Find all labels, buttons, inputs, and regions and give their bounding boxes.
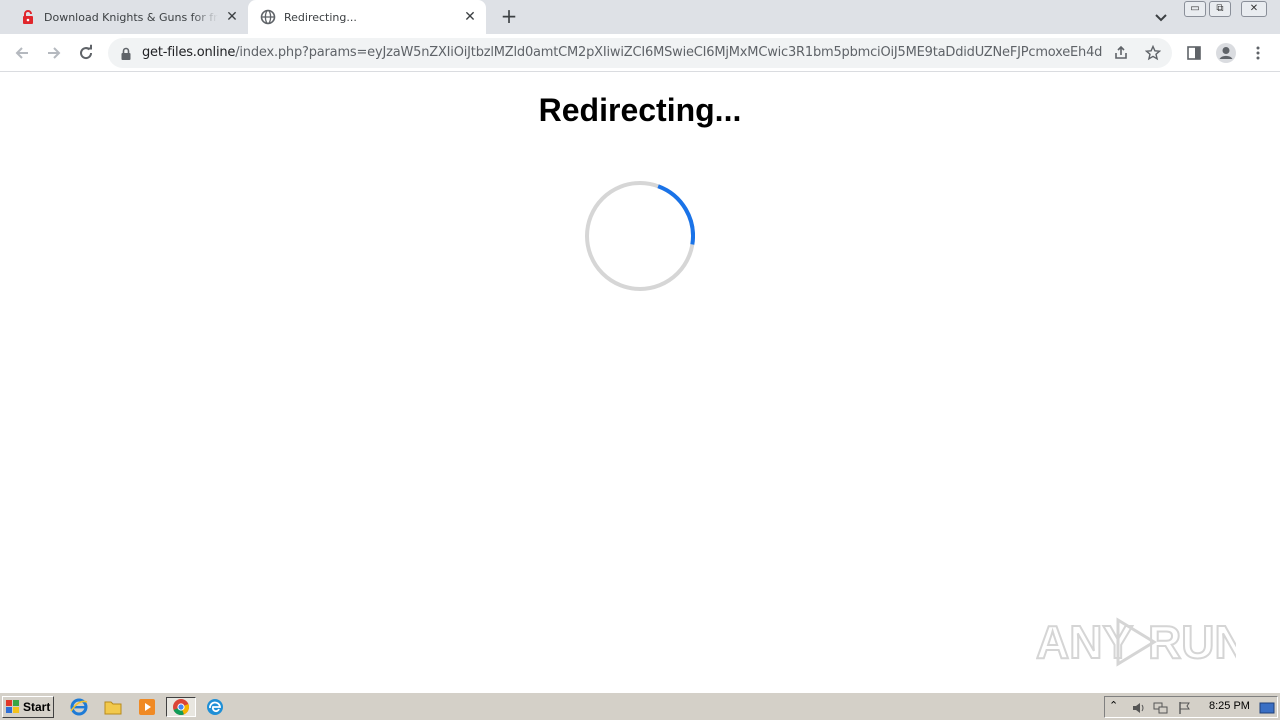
start-label: Start bbox=[23, 700, 51, 714]
chrome-icon[interactable] bbox=[166, 697, 196, 717]
chevron-down-icon[interactable] bbox=[1152, 8, 1170, 26]
start-button[interactable]: Start bbox=[2, 696, 54, 718]
globe-icon bbox=[260, 9, 276, 25]
url-host: get-files.online bbox=[142, 45, 236, 60]
tab-strip: Download Knights & Guns for free on PC ✕… bbox=[0, 0, 1280, 34]
menu-kebab-icon[interactable] bbox=[1246, 41, 1270, 65]
windows-logo-icon bbox=[6, 700, 20, 714]
media-player-icon[interactable] bbox=[136, 697, 158, 717]
tab-redirecting[interactable]: Redirecting... ✕ bbox=[248, 0, 486, 34]
page-content: Redirecting... ANY RUN bbox=[0, 72, 1280, 692]
action-center-flag-icon[interactable] bbox=[1177, 700, 1193, 719]
new-tab-button[interactable]: + bbox=[498, 6, 520, 28]
windows-taskbar: Start ⌃ 8:25 PM bbox=[0, 692, 1280, 720]
bookmark-star-icon[interactable] bbox=[1144, 44, 1162, 62]
tab-close-icon[interactable]: ✕ bbox=[224, 9, 240, 25]
page-title: Redirecting... bbox=[538, 92, 742, 128]
address-bar[interactable]: get-files.online/index.php?params=eyJzaW… bbox=[108, 38, 1172, 68]
forward-arrow-icon[interactable] bbox=[42, 41, 66, 65]
spinner-arc bbox=[657, 184, 695, 245]
anyrun-watermark-logo: ANY RUN bbox=[1036, 615, 1236, 669]
restore-button[interactable]: ⧉ bbox=[1209, 1, 1231, 17]
red-lock-icon bbox=[20, 9, 36, 25]
show-desktop-icon[interactable] bbox=[1259, 700, 1275, 719]
profile-avatar-icon[interactable] bbox=[1214, 41, 1238, 65]
volume-icon[interactable] bbox=[1131, 700, 1147, 719]
back-arrow-icon[interactable] bbox=[10, 41, 34, 65]
internet-explorer-icon[interactable] bbox=[68, 697, 90, 717]
clock[interactable]: 8:25 PM bbox=[1209, 700, 1250, 712]
tab-title: Download Knights & Guns for free on PC bbox=[44, 10, 218, 24]
close-window-button[interactable]: ✕ bbox=[1241, 1, 1267, 17]
tab-download-knights[interactable]: Download Knights & Guns for free on PC ✕ bbox=[12, 0, 244, 34]
folder-icon[interactable] bbox=[102, 697, 124, 717]
network-icon[interactable] bbox=[1153, 700, 1169, 719]
tab-title: Redirecting... bbox=[284, 10, 357, 24]
minimize-button[interactable]: ▭ bbox=[1184, 1, 1206, 17]
svg-text:RUN: RUN bbox=[1148, 616, 1236, 668]
share-icon[interactable] bbox=[1112, 44, 1130, 62]
loading-spinner bbox=[585, 181, 695, 291]
lock-icon[interactable] bbox=[120, 46, 132, 65]
url-path: /index.php?params=eyJzaW5nZXIiOiJtbzlMZl… bbox=[235, 45, 1102, 60]
url-text[interactable]: get-files.online/index.php?params=eyJzaW… bbox=[142, 45, 1102, 60]
side-panel-icon[interactable] bbox=[1182, 41, 1206, 65]
tab-close-icon[interactable]: ✕ bbox=[462, 9, 478, 25]
edge-icon[interactable] bbox=[204, 697, 226, 717]
system-tray: ⌃ 8:25 PM bbox=[1104, 696, 1278, 718]
tray-expand-icon[interactable]: ⌃ bbox=[1109, 699, 1118, 712]
reload-icon[interactable] bbox=[74, 41, 98, 65]
browser-toolbar: get-files.online/index.php?params=eyJzaW… bbox=[0, 34, 1280, 72]
